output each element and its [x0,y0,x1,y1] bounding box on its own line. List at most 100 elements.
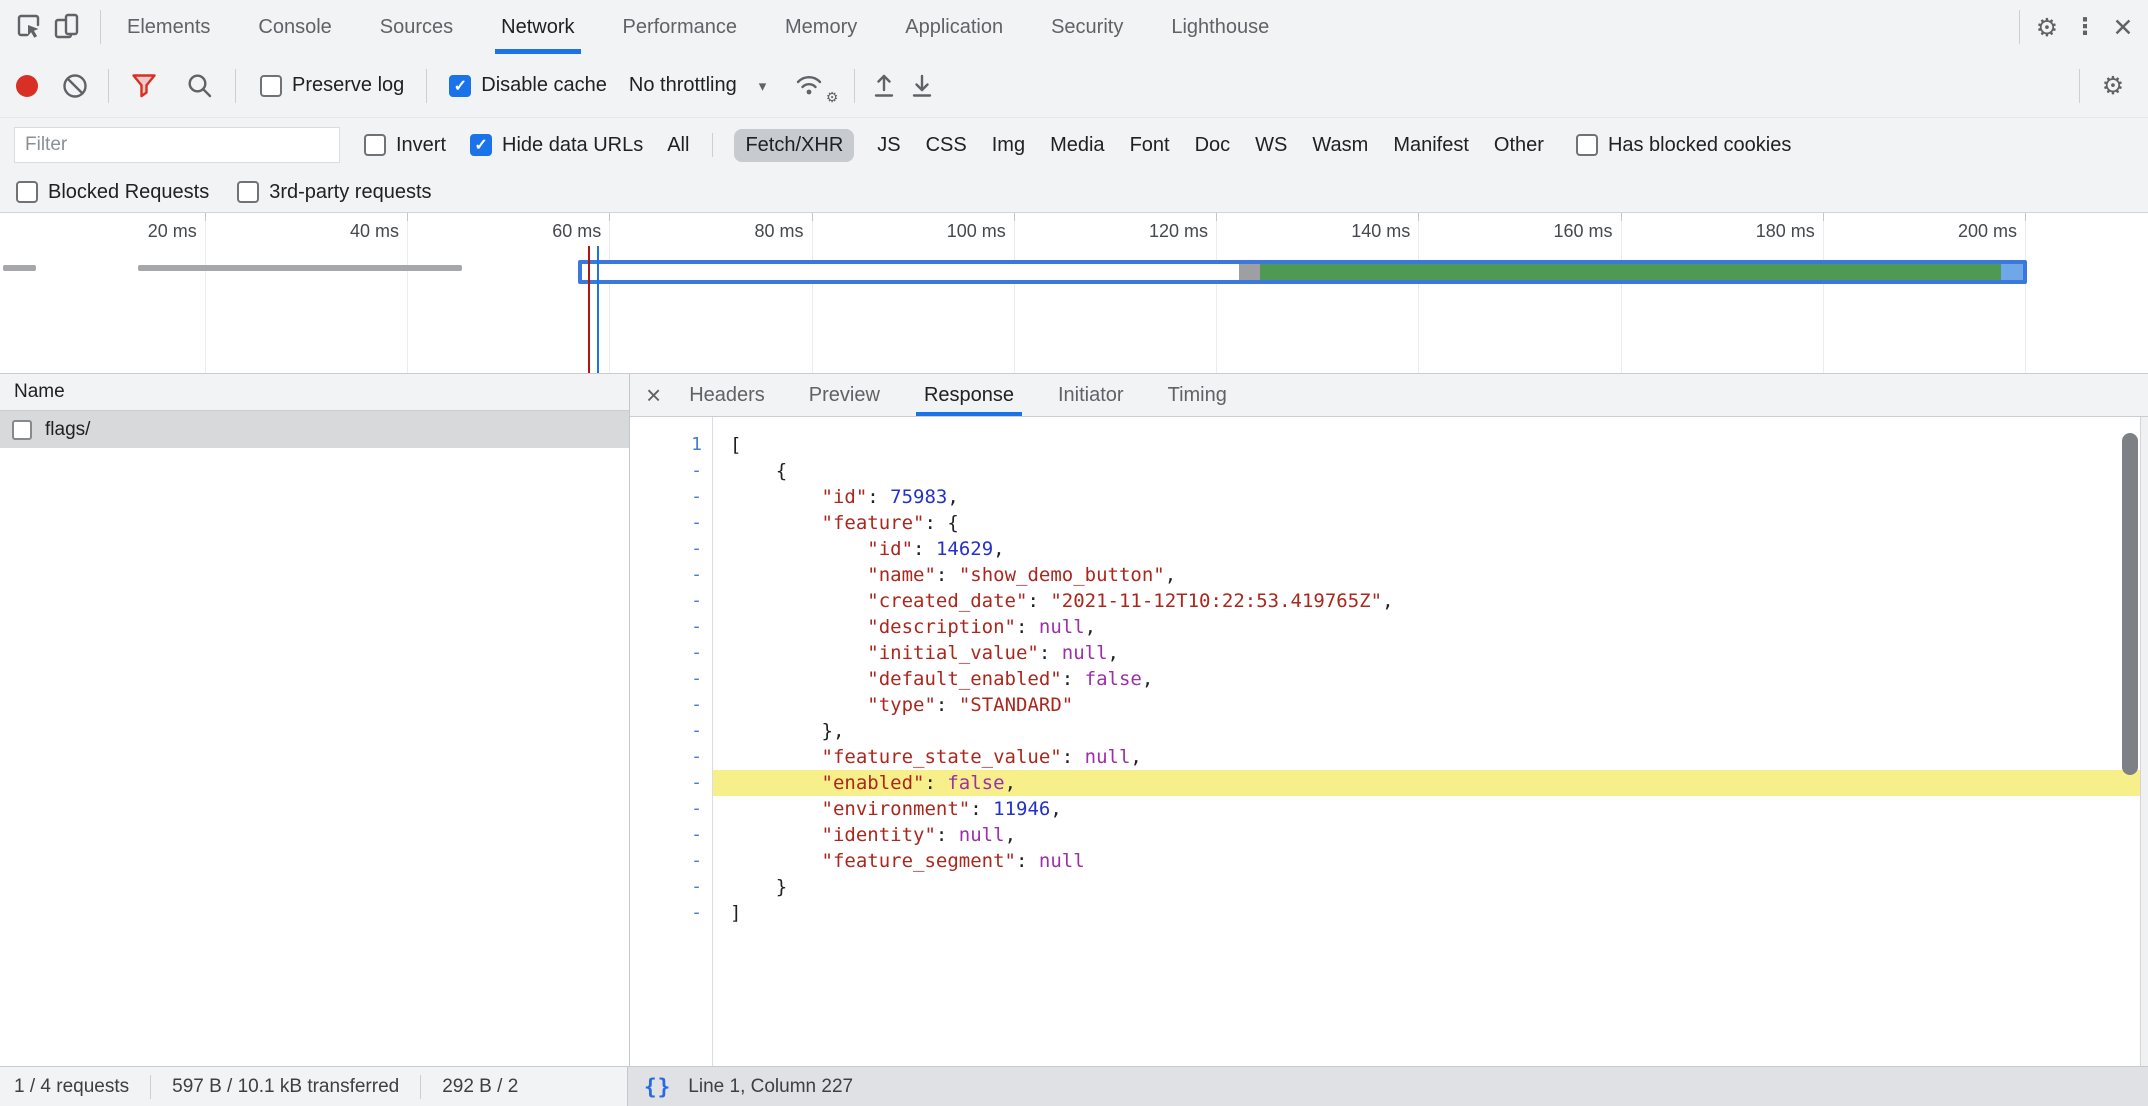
inspect-icon[interactable] [10,8,48,46]
invert-checkbox[interactable] [364,134,386,156]
tab-lighthouse[interactable]: Lighthouse [1171,0,1269,54]
kebab-menu-icon[interactable]: ⋮ [2066,8,2104,46]
has-blocked-cookies-toggle[interactable]: Has blocked cookies [1576,134,1791,157]
blocked-requests-toggle[interactable]: Blocked Requests [16,181,209,204]
filter-type-doc[interactable]: Doc [1193,129,1233,162]
filter-type-font[interactable]: Font [1128,129,1172,162]
gridline [1216,213,1217,373]
filter-type-manifest[interactable]: Manifest [1391,129,1471,162]
scrollbar-thumb[interactable] [2122,433,2138,775]
tick-label: 40 ms [350,221,407,242]
filter-input[interactable] [14,127,340,163]
tab-performance[interactable]: Performance [623,0,738,54]
hide-data-urls-toggle[interactable]: Hide data URLs [470,134,643,157]
token: "initial_value" [867,642,1039,664]
throttling-dropdown[interactable]: No throttling ▾ [629,74,766,97]
editor-status: {} Line 1, Column 227 [627,1067,2148,1106]
waterfall-bar[interactable] [3,265,36,271]
blocked-requests-checkbox[interactable] [16,181,38,203]
filter-type-js[interactable]: JS [875,129,902,162]
response-line: - "identity": null, [630,822,2148,848]
token: 11946 [993,798,1050,820]
response-line: - "enabled": false, [630,770,2148,796]
close-detail-icon[interactable]: × [646,382,661,408]
response-line: -] [630,900,2148,926]
third-party-checkbox[interactable] [237,181,259,203]
gridline-tick [1823,213,1824,221]
request-checkbox[interactable] [12,420,32,440]
response-body[interactable]: 1[- {- "id": 75983,- "feature": {- "id":… [630,417,2148,1066]
filter-type-img[interactable]: Img [990,129,1027,162]
preserve-log-checkbox[interactable] [260,75,282,97]
chevron-down-icon: ▾ [759,77,767,95]
filter-type-all[interactable]: All [665,129,691,162]
tab-application[interactable]: Application [905,0,1003,54]
gridline-tick [2025,213,2026,221]
token [730,772,822,794]
hide-data-urls-checkbox[interactable] [470,134,492,156]
has-blocked-cookies-checkbox[interactable] [1576,134,1598,156]
tab-security[interactable]: Security [1051,0,1123,54]
throttling-value: No throttling [629,74,737,97]
device-toolbar-icon[interactable] [48,8,86,46]
divider [235,69,236,103]
tab-sources[interactable]: Sources [380,0,453,54]
preserve-log-toggle[interactable]: Preserve log [260,74,404,97]
format-braces-icon[interactable]: {} [644,1075,671,1099]
settings-gear-icon[interactable]: ⚙ [2028,8,2066,46]
invert-toggle[interactable]: Invert [364,134,446,157]
detail-tab-headers[interactable]: Headers [689,374,765,416]
line-content: "feature": { [712,510,959,536]
filter-type-other[interactable]: Other [1492,129,1546,162]
filter-type-fetch-xhr[interactable]: Fetch/XHR [734,129,854,162]
status-text: 292 B / 2 [421,1076,539,1098]
selected-waterfall-bar[interactable] [578,260,2027,284]
token: : [1062,746,1085,768]
detail-tab-initiator[interactable]: Initiator [1058,374,1124,416]
divider [854,69,855,103]
third-party-toggle[interactable]: 3rd-party requests [237,181,431,204]
segment-end [2001,264,2023,280]
token: , [947,486,958,508]
line-gutter: - [630,900,712,926]
filter-funnel-icon[interactable] [125,67,163,105]
filter-type-wasm[interactable]: Wasm [1310,129,1370,162]
detail-tab-preview[interactable]: Preview [809,374,880,416]
network-conditions-icon[interactable]: ⚙ [792,70,832,102]
detail-tab-timing[interactable]: Timing [1168,374,1227,416]
record-button[interactable] [16,75,38,97]
line-gutter: - [630,796,712,822]
search-icon[interactable] [181,67,219,105]
token: , [993,538,1004,560]
token: "id" [822,486,868,508]
filter-type-ws[interactable]: WS [1253,129,1289,162]
name-column-header[interactable]: Name [0,374,629,411]
token: ] [730,902,741,924]
gridline-tick [1418,213,1419,221]
resource-type-filters: All Fetch/XHR JS CSS Img Media Font Doc WS Wasm Ma… [665,129,1546,162]
waterfall-bar[interactable] [138,265,462,271]
tab-elements[interactable]: Elements [127,0,210,54]
tab-memory[interactable]: Memory [785,0,857,54]
filter-type-media[interactable]: Media [1048,129,1106,162]
import-har-icon[interactable] [865,67,903,105]
request-row[interactable]: flags/ [0,411,629,448]
disable-cache-toggle[interactable]: Disable cache [449,74,607,97]
clear-icon[interactable] [56,67,94,105]
filter-type-css[interactable]: CSS [924,129,969,162]
tab-console[interactable]: Console [258,0,331,54]
disable-cache-checkbox[interactable] [449,75,471,97]
close-devtools-icon[interactable]: ✕ [2104,8,2142,46]
tick-label: 160 ms [1553,221,1620,242]
divider [2079,69,2080,103]
export-har-icon[interactable] [903,67,941,105]
line-gutter: - [630,614,712,640]
detail-tab-response[interactable]: Response [924,374,1014,416]
disable-cache-label: Disable cache [481,74,607,97]
network-settings-gear-icon[interactable]: ⚙ [2094,67,2132,105]
detail-tab-bar: × Headers Preview Response Initiator Timing [630,374,2148,417]
tab-network[interactable]: Network [501,0,574,54]
token: null [959,824,1005,846]
gridline [205,213,206,373]
timeline-overview[interactable]: 20 ms40 ms60 ms80 ms100 ms120 ms140 ms16… [0,212,2148,374]
